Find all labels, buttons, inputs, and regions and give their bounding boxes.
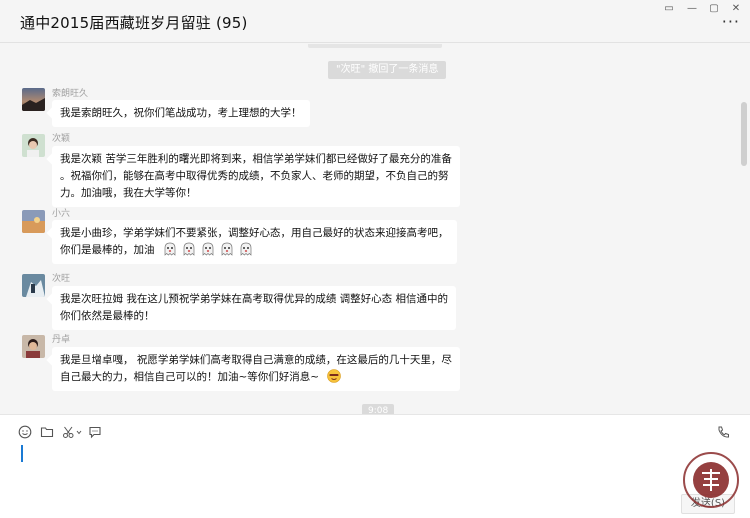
load-more-bar[interactable] bbox=[308, 44, 442, 48]
message-text: 。祝福你们，能够在高考中取得优秀的成绩，不负家人、老师的期望，不负自己的努 bbox=[60, 170, 449, 182]
ghost-emoji-icon bbox=[240, 242, 252, 256]
chat-history[interactable]: "次旺" 撤回了一条消息 索朗旺久 我是索朗旺久，祝你们笔战成功，考上理想的大学… bbox=[0, 44, 750, 414]
message-bubble[interactable]: 我是索朗旺久，祝你们笔战成功，考上理想的大学！ bbox=[52, 100, 310, 127]
message-text: 我是次旺拉姆 我在这儿预祝学弟学妹在高考取得优异的成绩 调整好心态 相信通中的 bbox=[60, 293, 449, 305]
sender-name: 次旺 bbox=[52, 274, 71, 284]
sender-name: 小六 bbox=[52, 209, 71, 219]
ghost-emoji-icon bbox=[221, 242, 233, 256]
scissors-icon[interactable] bbox=[62, 425, 76, 439]
folder-icon[interactable] bbox=[40, 425, 54, 439]
chevron-down-icon[interactable] bbox=[76, 425, 82, 439]
school-seal-watermark-icon bbox=[683, 452, 739, 508]
message-line: 自己最大的力，相信自己可以的！加油~等你们好消息~ bbox=[60, 369, 452, 386]
avatar[interactable] bbox=[22, 335, 45, 358]
message-bubble[interactable]: 我是次旺拉姆 我在这儿预祝学弟学妹在高考取得优异的成绩 调整好心态 相信通中的 … bbox=[52, 286, 457, 330]
avatar[interactable] bbox=[22, 88, 45, 111]
message-text: 力。加油哦，我在大学等你！ bbox=[60, 187, 197, 199]
message-text: 你们依然是最棒的！ bbox=[60, 310, 155, 322]
message-bubble[interactable]: 我是旦增卓嘎， 祝愿学弟学妹们高考取得自己满意的成绩，在这最后的几十天里，尽 自… bbox=[52, 347, 460, 391]
title-bar: 通中2015届西藏班岁月留驻 (95) ▭ — ▢ ✕ ··· bbox=[0, 0, 750, 43]
pin-button[interactable]: ▭ bbox=[661, 3, 677, 15]
sender-name: 索朗旺久 bbox=[52, 89, 89, 99]
chat-scrollbar[interactable] bbox=[741, 102, 747, 166]
cool-face-emoji-icon bbox=[327, 369, 342, 383]
chat-title: 通中2015届西藏班岁月留驻 (95) bbox=[20, 14, 248, 32]
message-text: 你们是最棒的，加油 bbox=[60, 244, 155, 256]
minimize-button[interactable]: — bbox=[684, 3, 700, 15]
sender-name: 次颖 bbox=[52, 134, 71, 144]
system-message: "次旺" 撤回了一条消息 bbox=[328, 61, 447, 79]
avatar[interactable] bbox=[22, 134, 45, 157]
message-text: 我是小曲珍，学弟学妹们不要紧张，调整好心态，用自己最好的状态来迎接高考吧， bbox=[60, 227, 449, 239]
message-bubble[interactable]: 我是小曲珍，学弟学妹们不要紧张，调整好心态，用自己最好的状态来迎接高考吧， 你们… bbox=[52, 220, 457, 264]
sender-name: 丹卓 bbox=[52, 335, 71, 345]
avatar[interactable] bbox=[22, 274, 45, 297]
timestamp-chip: 9:08 bbox=[362, 404, 395, 414]
message-text: 我是旦增卓嘎， 祝愿学弟学妹们高考取得自己满意的成绩，在这最后的几十天里，尽 bbox=[60, 354, 452, 366]
emoji-row bbox=[158, 242, 253, 256]
phone-call-icon[interactable] bbox=[716, 425, 730, 439]
message-input-area[interactable]: 发送(S) bbox=[0, 414, 750, 518]
message-text: 自己最大的力，相信自己可以的！加油~等你们好消息~ bbox=[60, 371, 320, 383]
avatar[interactable] bbox=[22, 210, 45, 233]
message-text: 我是次颖 苦学三年胜利的曙光即将到来，相信学弟学妹们都已经做好了最充分的准备 bbox=[60, 153, 452, 165]
chat-bubble-icon[interactable] bbox=[88, 425, 102, 439]
more-options-button[interactable]: ··· bbox=[722, 14, 740, 30]
message-bubble[interactable]: 我是次颖 苦学三年胜利的曙光即将到来，相信学弟学妹们都已经做好了最充分的准备 。… bbox=[52, 146, 460, 207]
emoji-icon[interactable] bbox=[18, 425, 32, 439]
ghost-emoji-icon bbox=[164, 242, 176, 256]
message-line: 你们是最棒的，加油 bbox=[60, 242, 449, 259]
ghost-emoji-icon bbox=[202, 242, 214, 256]
ghost-emoji-icon bbox=[183, 242, 195, 256]
text-cursor bbox=[21, 445, 23, 462]
maximize-button[interactable]: ▢ bbox=[706, 3, 722, 15]
message-text: 我是索朗旺久，祝你们笔战成功，考上理想的大学！ bbox=[60, 107, 302, 119]
